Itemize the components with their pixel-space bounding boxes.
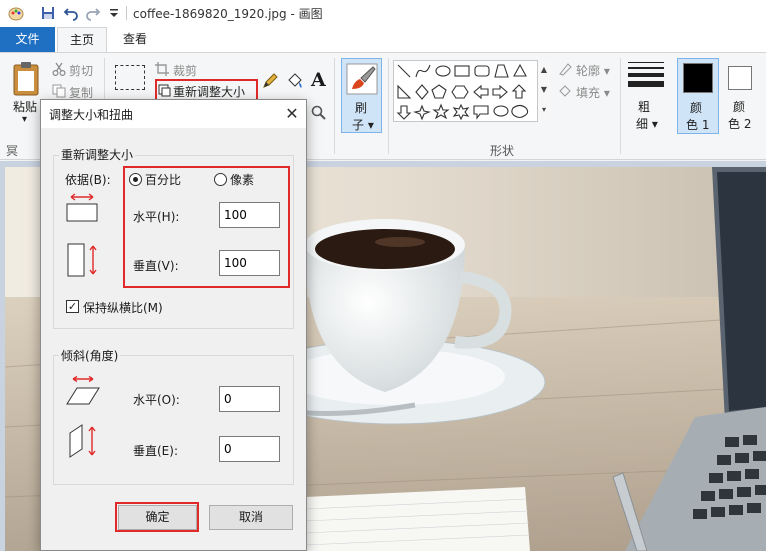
paint-app-icon[interactable] (8, 5, 24, 21)
skew-section-title: 倾斜(角度) (59, 347, 121, 364)
fill-icon[interactable] (558, 84, 572, 98)
outline-button[interactable]: 轮廓 ▾ (576, 62, 610, 79)
brush-label-bottom: 子 ▾ (352, 118, 374, 132)
maintain-ratio-label[interactable]: 保持纵横比(M) (83, 299, 163, 316)
fill-button[interactable]: 填充 ▾ (576, 84, 610, 101)
crop-button[interactable]: 裁剪 (173, 62, 197, 79)
skew-horizontal-label: 水平(O): (133, 393, 180, 407)
vertical-skew-icon (69, 424, 96, 458)
color1-swatch (683, 63, 713, 93)
text-tool-icon[interactable]: A (311, 69, 326, 91)
skew-horizontal-input[interactable] (219, 386, 280, 412)
outline-icon[interactable] (558, 62, 572, 76)
customize-toolbar-icon[interactable] (106, 5, 122, 21)
dialog-title: 调整大小和扭曲 (49, 108, 134, 122)
save-icon[interactable] (40, 5, 56, 21)
percent-radio[interactable] (129, 173, 142, 186)
maintain-ratio-checkbox[interactable]: ✓ (66, 300, 79, 313)
group-separator (620, 58, 621, 154)
shapes-gallery-icons (396, 63, 529, 121)
shapes-group-label: 形状 (490, 144, 515, 158)
color2-label-bottom: 色 2 (728, 117, 752, 131)
tab-view[interactable]: 查看 (110, 27, 160, 52)
select-icon[interactable] (115, 65, 145, 90)
dialog-titlebar[interactable]: 调整大小和扭曲 ✕ (41, 100, 306, 128)
crop-icon[interactable] (155, 62, 169, 76)
color2-swatch (728, 66, 752, 90)
color1-label-top: 颜 (690, 101, 703, 115)
percent-label[interactable]: 百分比 (145, 171, 181, 188)
by-label: 依据(B): (65, 173, 111, 187)
fill-bucket-icon[interactable] (286, 73, 304, 89)
color1-label-bottom: 色 1 (686, 118, 710, 132)
pencil-icon[interactable] (262, 73, 278, 89)
scissors-icon[interactable] (52, 62, 66, 76)
skew-section (53, 355, 294, 485)
cut-button[interactable]: 剪切 (69, 62, 93, 79)
paste-button[interactable]: 粘贴 (13, 98, 37, 115)
pixels-radio[interactable] (214, 173, 227, 186)
tab-file[interactable]: 文件 (0, 27, 55, 52)
vertical-label: 垂直(V): (133, 259, 179, 273)
size-icon[interactable] (628, 62, 664, 87)
group-separator (334, 58, 335, 154)
title-separator (126, 6, 127, 20)
horizontal-resize-icon (66, 193, 98, 222)
resize-button[interactable]: 重新调整大小 (173, 83, 245, 100)
resize-section-title: 重新调整大小 (59, 146, 136, 163)
close-icon[interactable]: ✕ (282, 104, 302, 124)
resize-skew-dialog: 调整大小和扭曲 ✕ 重新调整大小 依据(B): 百分比 像素 水平(H): 垂直… (40, 99, 307, 551)
clipboard-icon[interactable] (12, 61, 42, 97)
size-label-top[interactable]: 粗 (638, 98, 650, 115)
tab-home[interactable]: 主页 (57, 27, 107, 52)
horizontal-label: 水平(H): (133, 210, 180, 224)
horizontal-skew-icon (66, 376, 100, 405)
resize-icon[interactable] (158, 84, 171, 97)
color2-button[interactable]: 颜 色 2 (722, 58, 764, 134)
copy-icon[interactable] (52, 84, 66, 98)
skew-vertical-label: 垂直(E): (133, 444, 178, 458)
size-label-bottom[interactable]: 细 ▾ (636, 115, 658, 132)
ribbon-tabs: 文件 主页 查看 (0, 27, 766, 52)
ok-button[interactable]: 确定 (118, 505, 197, 530)
redo-icon[interactable] (85, 5, 101, 21)
brushes-button[interactable]: 刷 子 ▾ (341, 58, 382, 133)
cancel-button[interactable]: 取消 (209, 505, 293, 530)
group-separator (388, 58, 389, 154)
horizontal-input[interactable] (219, 202, 280, 228)
window-title: coffee-1869820_1920.jpg - 画图 (133, 7, 323, 21)
undo-icon[interactable] (63, 5, 79, 21)
brush-label-top: 刷 (355, 101, 368, 115)
vertical-resize-icon (67, 243, 97, 277)
title-bar: coffee-1869820_1920.jpg - 画图 (0, 0, 766, 27)
skew-vertical-input[interactable] (219, 436, 280, 462)
magnifier-icon[interactable] (311, 105, 327, 121)
shapes-gallery[interactable] (393, 60, 550, 122)
paste-dropdown-arrow[interactable]: ▾ (22, 114, 27, 125)
color1-button[interactable]: 颜 色 1 (677, 58, 719, 134)
color2-label-top: 颜 (733, 100, 746, 114)
shapes-scroll[interactable]: ▲ ▼ ▾ (537, 60, 550, 122)
pixels-label[interactable]: 像素 (230, 171, 254, 188)
brush-icon (346, 63, 378, 95)
vertical-input[interactable] (219, 250, 280, 276)
clipboard-group-label: 冥 (6, 144, 19, 158)
